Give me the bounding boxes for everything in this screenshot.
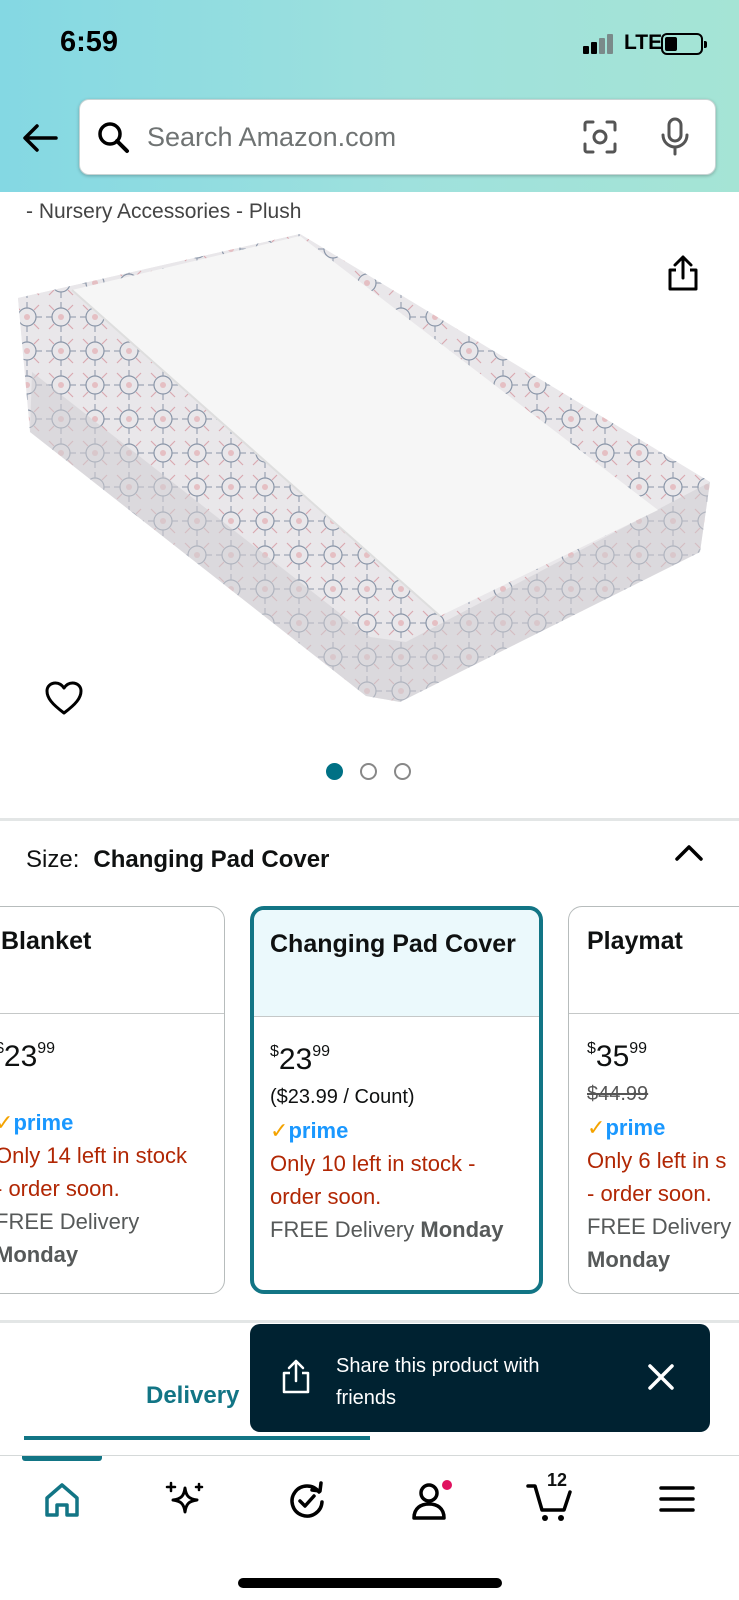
variant-price: $2399 [270,1043,331,1076]
sparkle-icon[interactable] [163,1480,205,1522]
status-time: 6:59 [60,26,119,58]
close-icon[interactable] [646,1362,676,1392]
delivery-day: Monday [587,1247,671,1272]
carousel-dot[interactable] [360,763,377,780]
prime-badge: ✓prime [587,1115,666,1140]
microphone-icon[interactable] [658,116,692,158]
search-icon [98,122,129,153]
divider [0,1320,739,1323]
stock-line-1: Only 6 left in s [587,1148,727,1173]
stock-line-2: - order soon. [0,1176,120,1201]
variant-price: $2399 [0,1040,56,1073]
chevron-up-icon[interactable] [674,842,704,862]
unit-price: ($23.99 / Count) [270,1086,415,1108]
share-icon [282,1359,310,1394]
stock-line-1: Only 10 left in stock - [270,1151,476,1176]
cart-count-badge: 12 [547,1470,568,1490]
size-label: Size: [26,846,80,873]
stock-line-2: - order soon. [587,1181,712,1206]
prime-badge: ✓prime [270,1118,349,1143]
delivery-day: Monday [0,1242,79,1267]
camera-search-icon[interactable] [581,118,619,156]
size-selected-value: Changing Pad Cover [93,846,330,873]
stock-line-1: Only 14 left in stock [0,1143,187,1168]
prime-badge: ✓prime [0,1110,74,1135]
header: 6:59 LTE Search Amazon.com [0,0,739,192]
size-selector[interactable]: Size: Changing Pad Cover [26,846,329,874]
home-indicator [238,1578,502,1588]
signal-icon [583,34,619,54]
account-icon[interactable] [409,1480,455,1524]
heart-icon[interactable] [44,680,84,716]
breadcrumb[interactable]: - Nursery Accessories - Plush [26,200,301,224]
variant-title: Blanket [0,907,224,1014]
share-icon[interactable] [665,254,701,292]
product-image[interactable] [10,232,730,712]
battery-icon [661,33,707,55]
carousel-dot[interactable] [326,763,343,780]
stock-line-2: order soon. [270,1184,382,1209]
variant-price: $3599 [587,1040,648,1073]
home-icon[interactable] [42,1480,82,1520]
variant-card-blanket[interactable]: Blanket $2399 ✓prime Only 14 left in sto… [0,906,225,1294]
list-price: $44.99 [587,1083,649,1105]
variant-title: Changing Pad Cover [254,910,539,1017]
delivery-prefix: FREE Delivery [587,1214,732,1239]
tab-delivery[interactable]: Delivery [146,1382,239,1410]
delivery-info: FREE Delivery Monday [270,1217,504,1242]
carousel-indicator [326,763,416,781]
back-arrow-icon[interactable] [20,118,60,158]
active-tab-indicator [22,1456,102,1461]
share-toast[interactable]: Share this product with friends [250,1324,710,1432]
delivery-prefix: FREE Delivery [0,1209,140,1234]
carousel-dot[interactable] [394,763,411,780]
variant-title: Playmat [569,907,739,1014]
reorder-icon[interactable] [286,1480,328,1522]
search-input[interactable]: Search Amazon.com [147,122,396,153]
search-bar[interactable]: Search Amazon.com [79,99,716,175]
divider [0,818,739,821]
toast-message: Share this product with friends [336,1355,540,1409]
tab-underline [24,1436,370,1440]
network-label: LTE [624,31,663,54]
variant-card-playmat[interactable]: Playmat $3599 $44.99 ✓prime Only 6 left … [568,906,739,1294]
variant-card-changing-pad-cover[interactable]: Changing Pad Cover $2399 ($23.99 / Count… [250,906,543,1294]
menu-icon[interactable] [658,1480,696,1518]
